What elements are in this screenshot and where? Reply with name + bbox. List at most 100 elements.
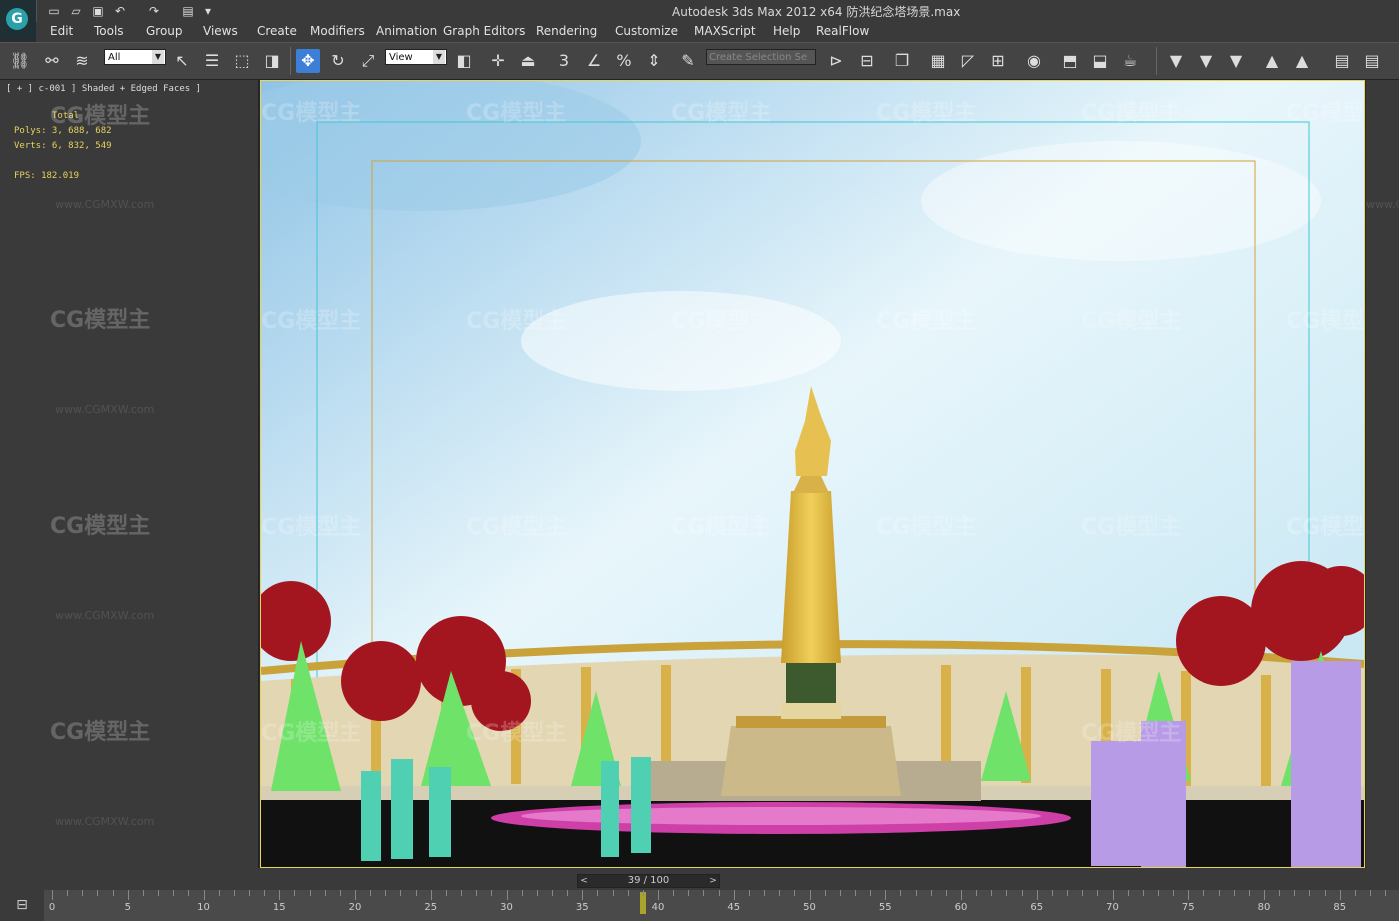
project-folder-icon[interactable]: ▤ bbox=[180, 3, 196, 19]
timeline-tick bbox=[1006, 890, 1008, 896]
window-crossing-icon[interactable]: ◨ bbox=[260, 49, 284, 73]
timeline-tick-label: 80 bbox=[1257, 902, 1271, 913]
menu-graph-editors[interactable]: Graph Editors bbox=[443, 24, 525, 38]
rendered-frame-window-icon[interactable]: ⬓ bbox=[1088, 49, 1112, 73]
watermark: CG模型主 bbox=[50, 308, 151, 333]
timeline-tick bbox=[703, 890, 705, 896]
timeline-tick bbox=[67, 890, 69, 896]
timeline-tick bbox=[1264, 890, 1265, 900]
menu-modifiers[interactable]: Modifiers bbox=[310, 24, 365, 38]
timeline-tick bbox=[1021, 890, 1023, 896]
curve-editor-icon[interactable]: ◸ bbox=[956, 49, 980, 73]
select-and-scale-icon[interactable]: ⤢ bbox=[356, 49, 380, 73]
timeline-tick bbox=[264, 890, 266, 896]
toolbar-divider bbox=[1156, 47, 1157, 75]
schematic-view-icon[interactable]: ⊞ bbox=[986, 49, 1010, 73]
next-frame-icon[interactable]: > bbox=[707, 875, 719, 887]
snaps-toggle-icon[interactable]: 3 bbox=[552, 49, 576, 73]
timeline-tick bbox=[1173, 890, 1175, 896]
right-viewport[interactable]: www.CGMXW.com bbox=[1366, 80, 1399, 868]
open-file-icon[interactable]: ▱ bbox=[68, 3, 84, 19]
timeline-tick bbox=[748, 890, 750, 896]
left-viewport[interactable]: [ + ] c-001 ] Shaded + Edged Faces ] Tot… bbox=[0, 80, 259, 868]
menu-group[interactable]: Group bbox=[146, 24, 183, 38]
app-logo-button[interactable]: G bbox=[0, 0, 37, 40]
select-by-name-icon[interactable]: ☰ bbox=[200, 49, 224, 73]
undo-icon[interactable]: ↶ bbox=[112, 3, 128, 19]
align-icon[interactable]: ⊟ bbox=[855, 49, 879, 73]
rectangular-selection-icon[interactable]: ⬚ bbox=[230, 49, 254, 73]
timeline-tick bbox=[1127, 890, 1129, 896]
quick-access-dropdown-icon[interactable]: ▾ bbox=[200, 3, 216, 19]
save-icon[interactable]: ▣ bbox=[90, 3, 106, 19]
select-object-icon[interactable]: ↖ bbox=[170, 49, 194, 73]
timeline-tick bbox=[900, 890, 902, 896]
select-and-manipulate-icon[interactable]: ✛ bbox=[486, 49, 510, 73]
watermark: CG模型主 bbox=[876, 515, 977, 540]
percent-snap-icon[interactable]: % bbox=[612, 49, 636, 73]
named-selection-set-field[interactable]: Create Selection Se bbox=[706, 49, 816, 65]
new-file-icon[interactable]: ▭ bbox=[46, 3, 62, 19]
render-production-icon[interactable]: ☕ bbox=[1118, 49, 1142, 73]
timeline-tick bbox=[536, 890, 538, 896]
menu-tools[interactable]: Tools bbox=[94, 24, 124, 38]
reference-coordinate-dropdown[interactable]: View ▼ bbox=[385, 49, 447, 65]
realflow-bin-icon[interactable]: ▲ bbox=[1260, 49, 1284, 73]
select-and-link-icon[interactable]: ⛓ bbox=[8, 49, 32, 73]
realflow-sd2-icon[interactable]: ▼ bbox=[1194, 49, 1218, 73]
watermark: CG模型主 bbox=[50, 104, 151, 129]
mirror-icon[interactable]: ⊳ bbox=[824, 49, 848, 73]
realflow-sd-icon[interactable]: ▼ bbox=[1164, 49, 1188, 73]
graphite-modeling-icon[interactable]: ▦ bbox=[926, 49, 950, 73]
watermark: CG模型主 bbox=[876, 101, 977, 126]
spinner-snap-icon[interactable]: ⇕ bbox=[642, 49, 666, 73]
render-setup-icon[interactable]: ⬒ bbox=[1058, 49, 1082, 73]
timeline-tick-label: 55 bbox=[878, 902, 892, 913]
menu-help[interactable]: Help bbox=[773, 24, 800, 38]
timeline-tick bbox=[476, 890, 478, 896]
menu-customize[interactable]: Customize bbox=[615, 24, 678, 38]
track-bar[interactable]: 0 5 10 15 20 25 30 35 40 45 50 55 60 65 70 75 80 85 bbox=[44, 890, 1399, 921]
select-and-rotate-icon[interactable]: ↻ bbox=[326, 49, 350, 73]
watermark: CG模型主 bbox=[1081, 101, 1182, 126]
menu-rendering[interactable]: Rendering bbox=[536, 24, 597, 38]
use-pivot-center-icon[interactable]: ◧ bbox=[452, 49, 476, 73]
layer-manager-icon[interactable]: ❐ bbox=[890, 49, 914, 73]
menu-create[interactable]: Create bbox=[257, 24, 297, 38]
menu-realflow[interactable]: RealFlow bbox=[816, 24, 869, 38]
chevron-down-icon: ▼ bbox=[433, 50, 445, 64]
bind-to-space-warp-icon[interactable]: ≋ bbox=[70, 49, 94, 73]
unlink-icon[interactable]: ⚯ bbox=[40, 49, 64, 73]
select-and-move-icon[interactable]: ✥ bbox=[296, 49, 320, 73]
keyboard-shortcut-override-icon[interactable]: ⏏ bbox=[516, 49, 540, 73]
timeline-tick bbox=[218, 890, 220, 896]
time-slider[interactable]: < 39 / 100 > bbox=[577, 874, 720, 888]
realflow-bin2-icon[interactable]: ▲ bbox=[1290, 49, 1314, 73]
timeline-tick bbox=[718, 890, 720, 896]
prev-frame-icon[interactable]: < bbox=[578, 875, 590, 887]
edit-named-selection-icon[interactable]: ✎ bbox=[676, 49, 700, 73]
timeline-tick bbox=[673, 890, 675, 896]
menu-edit[interactable]: Edit bbox=[50, 24, 73, 38]
camera-viewport[interactable]: CG模型主 CG模型主 CG模型主 CG模型主 CG模型主 CG模型主 CG模型… bbox=[260, 80, 1365, 868]
timeline-tick bbox=[1339, 890, 1341, 900]
menu-animation[interactable]: Animation bbox=[376, 24, 437, 38]
angle-snap-icon[interactable]: ∠ bbox=[582, 49, 606, 73]
redo-icon[interactable]: ↷ bbox=[146, 3, 162, 19]
timeline-tick bbox=[930, 890, 932, 896]
selection-filter-dropdown[interactable]: All ▼ bbox=[104, 49, 166, 65]
menu-views[interactable]: Views bbox=[203, 24, 238, 38]
material-editor-icon[interactable]: ◉ bbox=[1022, 49, 1046, 73]
timeline-tick bbox=[294, 890, 296, 896]
realflow-sd3-icon[interactable]: ▼ bbox=[1224, 49, 1248, 73]
realflow-mesh2-icon[interactable]: ▤ bbox=[1360, 49, 1384, 73]
timeline-tick bbox=[112, 890, 114, 896]
timeline-tick bbox=[567, 890, 569, 896]
watermark: CG模型主 bbox=[671, 101, 772, 126]
realflow-mesh-icon[interactable]: ▤ bbox=[1330, 49, 1354, 73]
watermark: CG模型主 bbox=[50, 514, 151, 539]
track-bar-toggle-icon[interactable]: ⊟ bbox=[0, 890, 44, 921]
timeline-tick bbox=[945, 890, 947, 896]
viewport-label[interactable]: [ + ] c-001 ] Shaded + Edged Faces ] bbox=[6, 84, 201, 94]
menu-maxscript[interactable]: MAXScript bbox=[694, 24, 756, 38]
